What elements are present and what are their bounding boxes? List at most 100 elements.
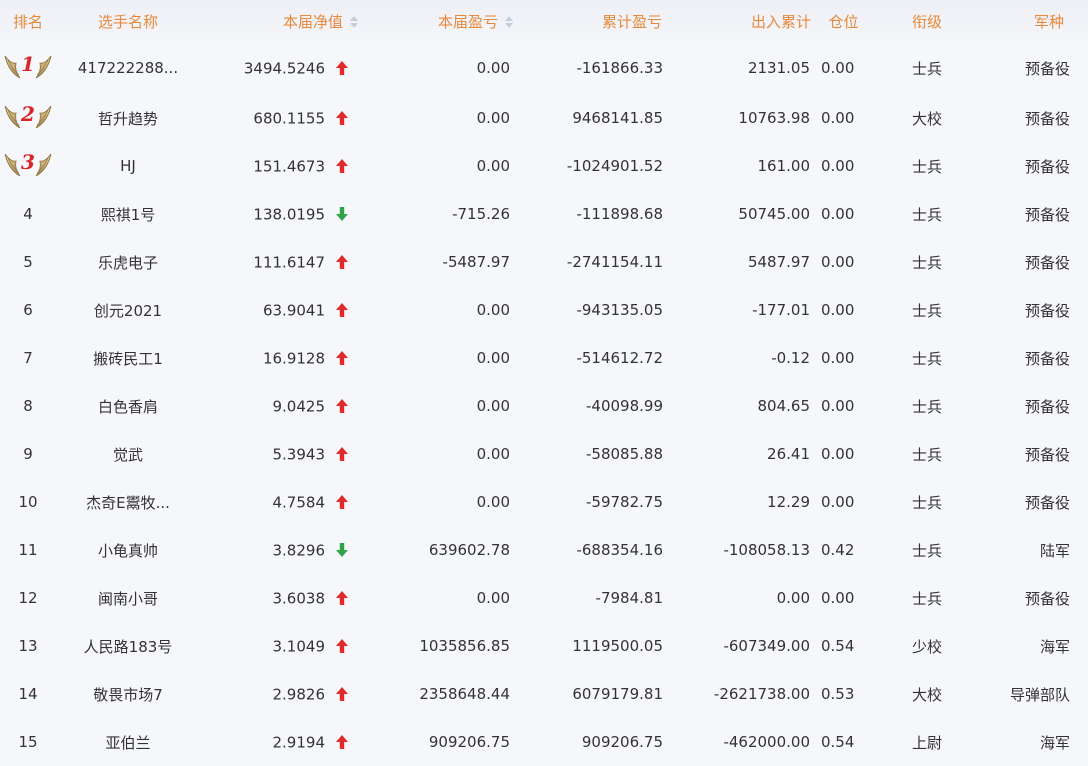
- player-name[interactable]: 人民路183号: [56, 622, 234, 670]
- cumulative-pl-value: -2741154.11: [566, 253, 663, 271]
- army-value: 预备役: [1024, 253, 1070, 272]
- position-value: 0.42: [821, 541, 855, 559]
- sort-updown-icon[interactable]: [504, 15, 514, 29]
- table-row[interactable]: 13 人民路183号 3.1049 1035856.85 1119500.05 …: [0, 622, 1088, 670]
- cumulative-pl-value: 6079179.81: [572, 685, 663, 703]
- level-value: 士兵: [911, 445, 942, 464]
- nav-value: 138.0195: [253, 205, 325, 224]
- current-pl-value: -5487.97: [442, 253, 510, 271]
- nav-cell: 3.8296: [234, 526, 379, 574]
- arrow-down-icon: [335, 206, 349, 222]
- cumulative-pl-value: -161866.33: [576, 59, 663, 77]
- rank-cell: 4: [23, 205, 33, 223]
- rank-cell: 14: [18, 685, 38, 703]
- table-row[interactable]: 4 熙祺1号 138.0195 -715.26 -111898.68 50745…: [0, 190, 1088, 238]
- current-pl-value: 0.00: [476, 445, 510, 463]
- army-value: 预备役: [1024, 157, 1070, 176]
- rank-cell: 3: [0, 142, 56, 190]
- nav-cell: 3.1049: [234, 622, 379, 670]
- arrow-up-icon: [335, 446, 349, 462]
- table-row[interactable]: 14 敬畏市场7 2.9826 2358648.44 6079179.81 -2…: [0, 670, 1088, 718]
- table-row[interactable]: 15 亚伯兰 2.9194 909206.75 909206.75 -46200…: [0, 718, 1088, 766]
- player-name[interactable]: HJ: [56, 142, 234, 190]
- player-name[interactable]: 敬畏市场7: [56, 670, 234, 718]
- wing-medal-icon: 1: [3, 51, 53, 81]
- sort-updown-icon[interactable]: [349, 15, 359, 29]
- nav-cell: 151.4673: [234, 142, 379, 190]
- position-value: 0.54: [821, 733, 855, 751]
- player-name[interactable]: 乐虎电子: [56, 238, 234, 286]
- nav-cell: 138.0195: [234, 190, 379, 238]
- player-name[interactable]: 创元2021: [56, 286, 234, 334]
- army-value: 海军: [1039, 733, 1070, 752]
- arrow-up-icon: [335, 734, 349, 750]
- flow-value: 12.29: [767, 493, 810, 511]
- table-row[interactable]: 10 杰奇E鬻牧... 4.7584 0.00 -59782.75 12.29 …: [0, 478, 1088, 526]
- position-value: 0.00: [821, 397, 855, 415]
- position-value: 0.00: [821, 157, 855, 175]
- player-name[interactable]: 417222288...: [56, 42, 234, 94]
- army-value: 预备役: [1024, 589, 1070, 608]
- position-value: 0.00: [821, 253, 855, 271]
- position-value: 0.00: [821, 205, 855, 223]
- nav-cell: 5.3943: [234, 430, 379, 478]
- table-body: 1 417222288... 3494.5246 0.00 -161866.33…: [0, 42, 1088, 766]
- player-name[interactable]: 亚伯兰: [56, 718, 234, 766]
- nav-value: 2.9194: [272, 733, 326, 752]
- position-value: 0.00: [821, 109, 855, 127]
- player-name[interactable]: 觉武: [56, 430, 234, 478]
- table-row[interactable]: 9 觉武 5.3943 0.00 -58085.88 26.41 0.00 士兵…: [0, 430, 1088, 478]
- level-value: 士兵: [911, 157, 942, 176]
- player-name[interactable]: 白色香肩: [56, 382, 234, 430]
- flow-value: 2131.05: [747, 59, 810, 77]
- header-current-pl-sortable[interactable]: 本届盈亏: [379, 0, 522, 42]
- army-value: 预备役: [1024, 349, 1070, 368]
- table-row[interactable]: 6 创元2021 63.9041 0.00 -943135.05 -177.01…: [0, 286, 1088, 334]
- table-row[interactable]: 7 搬砖民工1 16.9128 0.00 -514612.72 -0.12 0.…: [0, 334, 1088, 382]
- table-row[interactable]: 11 小龟真帅 3.8296 639602.78 -688354.16 -108…: [0, 526, 1088, 574]
- table-row[interactable]: 2 哲升趋势 680.1155 0.00 9468141.85 10763.98…: [0, 94, 1088, 142]
- arrow-up-icon: [335, 398, 349, 414]
- current-pl-value: 2358648.44: [419, 685, 510, 703]
- table-row[interactable]: 3 HJ 151.4673 0.00 -1024901.52 161.00 0.…: [0, 142, 1088, 190]
- position-value: 0.00: [821, 493, 855, 511]
- table-row[interactable]: 8 白色香肩 9.0425 0.00 -40098.99 804.65 0.00…: [0, 382, 1088, 430]
- table-row[interactable]: 5 乐虎电子 111.6147 -5487.97 -2741154.11 548…: [0, 238, 1088, 286]
- flow-value: -177.01: [752, 301, 810, 319]
- arrow-up-icon: [335, 110, 349, 126]
- player-name[interactable]: 哲升趋势: [56, 94, 234, 142]
- army-value: 预备役: [1024, 205, 1070, 224]
- nav-value: 111.6147: [253, 253, 325, 272]
- nav-value: 5.3943: [272, 445, 326, 464]
- level-value: 大校: [911, 109, 942, 128]
- player-name[interactable]: 杰奇E鬻牧...: [56, 478, 234, 526]
- player-name[interactable]: 小龟真帅: [56, 526, 234, 574]
- level-value: 士兵: [911, 397, 942, 416]
- current-pl-value: 0.00: [476, 397, 510, 415]
- position-value: 0.53: [821, 685, 855, 703]
- cumulative-pl-value: -58085.88: [586, 445, 663, 463]
- header-nav-sortable[interactable]: 本届净值: [234, 0, 379, 42]
- current-pl-value: 0.00: [476, 493, 510, 511]
- player-name[interactable]: 搬砖民工1: [56, 334, 234, 382]
- nav-value: 3.1049: [272, 637, 326, 656]
- current-pl-value: 0.00: [476, 301, 510, 319]
- rank-cell: 9: [23, 445, 33, 463]
- arrow-up-icon: [335, 254, 349, 270]
- table-row[interactable]: 1 417222288... 3494.5246 0.00 -161866.33…: [0, 42, 1088, 94]
- flow-value: -2621738.00: [713, 685, 810, 703]
- position-value: 0.00: [821, 445, 855, 463]
- player-name[interactable]: 闽南小哥: [56, 574, 234, 622]
- table-row[interactable]: 12 闽南小哥 3.6038 0.00 -7984.81 0.00 0.00 士…: [0, 574, 1088, 622]
- nav-cell: 3.6038: [234, 574, 379, 622]
- rank-cell: 2: [0, 94, 56, 142]
- player-name[interactable]: 熙祺1号: [56, 190, 234, 238]
- nav-cell: 2.9826: [234, 670, 379, 718]
- current-pl-value: 909206.75: [428, 733, 510, 751]
- army-value: 预备役: [1024, 493, 1070, 512]
- rank-cell: 8: [23, 397, 33, 415]
- nav-value: 2.9826: [272, 685, 326, 704]
- cumulative-pl-value: 9468141.85: [572, 109, 663, 127]
- arrow-up-icon: [335, 494, 349, 510]
- current-pl-value: 639602.78: [428, 541, 510, 559]
